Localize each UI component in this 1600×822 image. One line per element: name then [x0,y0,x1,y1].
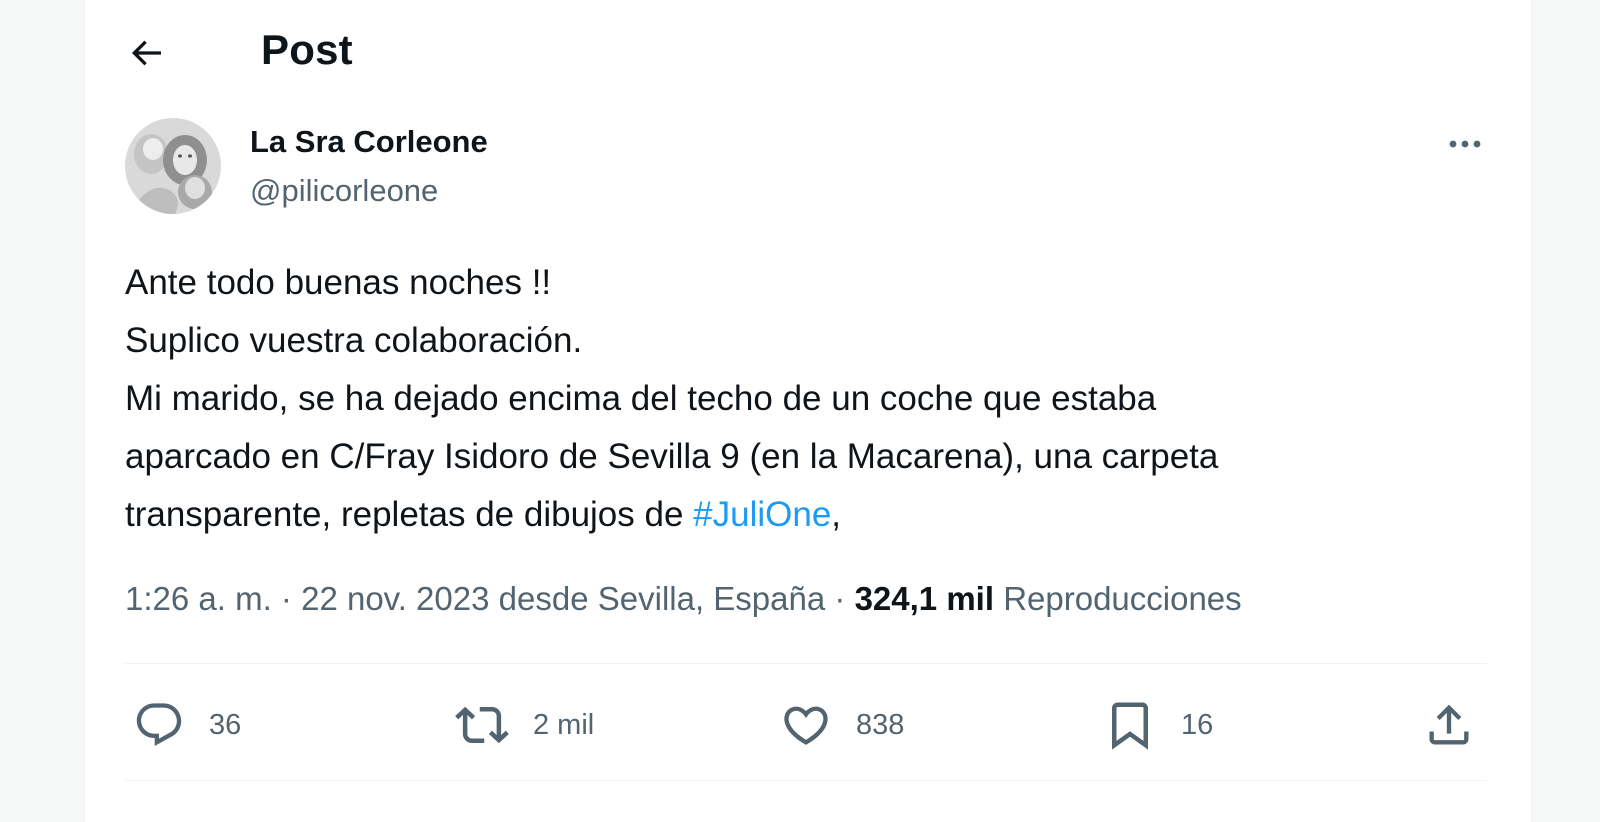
tweet-text: Ante todo buenas noches !! Suplico vuest… [125,254,1485,544]
repost-button[interactable]: 2 mil [455,695,594,755]
avatar[interactable] [125,118,221,214]
divider [125,780,1487,781]
meta-separator: · [280,580,292,617]
repost-count: 2 mil [533,708,595,741]
hashtag-link[interactable]: #JuliOne [693,495,831,534]
arrow-left-icon [126,33,166,73]
tweet-location: Sevilla, España [597,580,826,617]
tweet-line: Mi marido, se ha dejado encima del techo… [125,379,1157,418]
page-title: Post [261,26,353,73]
more-horizontal-icon [1447,138,1483,150]
tweet-line: Ante todo buenas noches !! [125,263,552,302]
author-display-name[interactable]: La Sra Corleone [250,124,488,160]
views-label: Reproducciones [1003,580,1242,617]
bookmark-button[interactable]: 16 [1103,695,1213,755]
bookmark-icon [1103,698,1157,752]
reply-icon [133,699,185,751]
views-count: 324,1 mil [854,580,995,617]
like-button[interactable]: 838 [780,695,904,755]
heart-icon [780,699,832,751]
tweet-trailing-punctuation: , [831,495,842,534]
divider [125,663,1487,664]
tweet-time[interactable]: 1:26 a. m. [125,580,272,617]
like-count: 838 [856,708,905,741]
repost-icon [455,698,509,752]
post-panel: Post La Sra Corleone @pilicorleone Ante [84,0,1532,822]
author-handle[interactable]: @pilicorleone [250,173,438,209]
more-options-button[interactable] [1437,122,1493,166]
tweet-line-text: transparente, repletas de dibujos de [125,495,694,534]
tweet-line-last: transparente, repletas de dibujos de #Ju… [125,486,1485,544]
bookmark-count: 16 [1181,708,1214,741]
meta-separator: · [834,580,846,617]
share-icon [1423,699,1475,751]
reply-button[interactable]: 36 [133,695,241,755]
share-button[interactable] [1423,695,1475,755]
tweet-date[interactable]: 22 nov. 2023 [301,580,489,617]
location-prefix: desde [498,580,589,617]
post-header: Post [85,0,1531,100]
reply-count: 36 [209,708,242,741]
tweet-line: Suplico vuestra colaboración. [125,321,583,360]
back-button[interactable] [121,28,171,78]
tweet-meta: 1:26 a. m. · 22 nov. 2023 desde Sevilla,… [125,580,1242,618]
tweet-line: aparcado en C/Fray Isidoro de Sevilla 9 … [125,437,1219,476]
